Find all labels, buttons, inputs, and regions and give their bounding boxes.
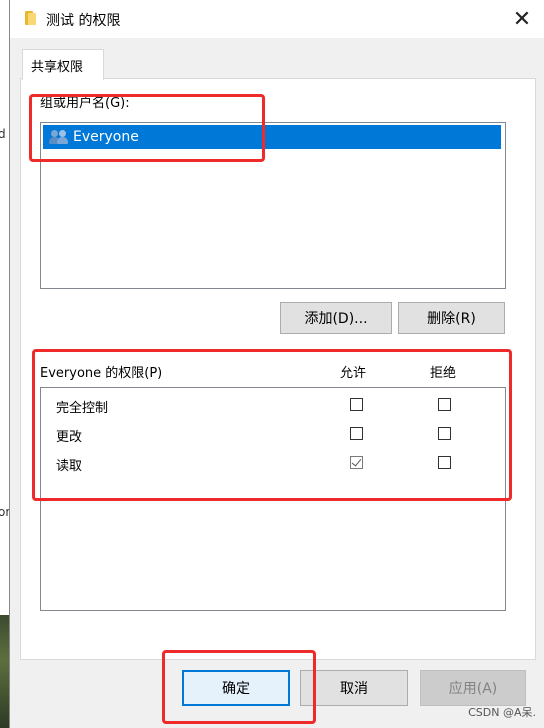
close-button[interactable]: ✕	[499, 0, 544, 38]
permission-name: 读取	[56, 459, 83, 474]
tab-share-permissions[interactable]: 共享权限	[22, 49, 104, 80]
allow-column-header: 允许	[340, 366, 367, 381]
check-icon	[351, 456, 362, 467]
folder-icon	[25, 11, 37, 25]
deny-checkbox-read[interactable]	[438, 456, 451, 469]
list-item-label: Everyone	[73, 129, 139, 145]
window-title: 测试 的权限	[46, 13, 121, 29]
deny-column-header: 拒绝	[430, 366, 457, 381]
allow-checkbox-change[interactable]	[350, 427, 363, 440]
permission-name: 完全控制	[56, 401, 109, 416]
remove-button[interactable]: 删除(R)	[398, 302, 505, 334]
apply-button: 应用(A)	[420, 670, 526, 706]
permissions-header: Everyone 的权限(P)	[40, 366, 163, 381]
permissions-dialog: 测试 的权限 ✕ 共享权限 组或用户名(G): Everyone 添加(D)..…	[9, 0, 544, 728]
deny-checkbox-change[interactable]	[438, 427, 451, 440]
deny-checkbox-full-control[interactable]	[438, 398, 451, 411]
group-or-user-label: 组或用户名(G):	[40, 96, 130, 111]
users-icon	[49, 129, 69, 145]
permissions-list: 完全控制 更改 读取	[40, 387, 506, 611]
watermark: CSDN @A呆.	[468, 706, 536, 719]
permission-name: 更改	[56, 430, 83, 445]
permission-row-read: 读取	[41, 451, 505, 479]
permission-row-change: 更改	[41, 422, 505, 450]
tab-label: 共享权限	[31, 60, 84, 75]
title-bar[interactable]: 测试 的权限 ✕	[10, 0, 544, 38]
ok-button[interactable]: 确定	[182, 670, 290, 706]
list-item-everyone[interactable]: Everyone	[43, 125, 501, 149]
add-button[interactable]: 添加(D)...	[280, 302, 392, 334]
close-icon: ✕	[512, 6, 532, 32]
group-user-list[interactable]: Everyone	[40, 122, 506, 289]
cancel-button[interactable]: 取消	[300, 670, 408, 706]
background-text-fragment: d	[0, 127, 6, 141]
allow-checkbox-read[interactable]	[350, 456, 363, 469]
allow-checkbox-full-control[interactable]	[350, 398, 363, 411]
permission-row-full-control: 完全控制	[41, 393, 505, 421]
